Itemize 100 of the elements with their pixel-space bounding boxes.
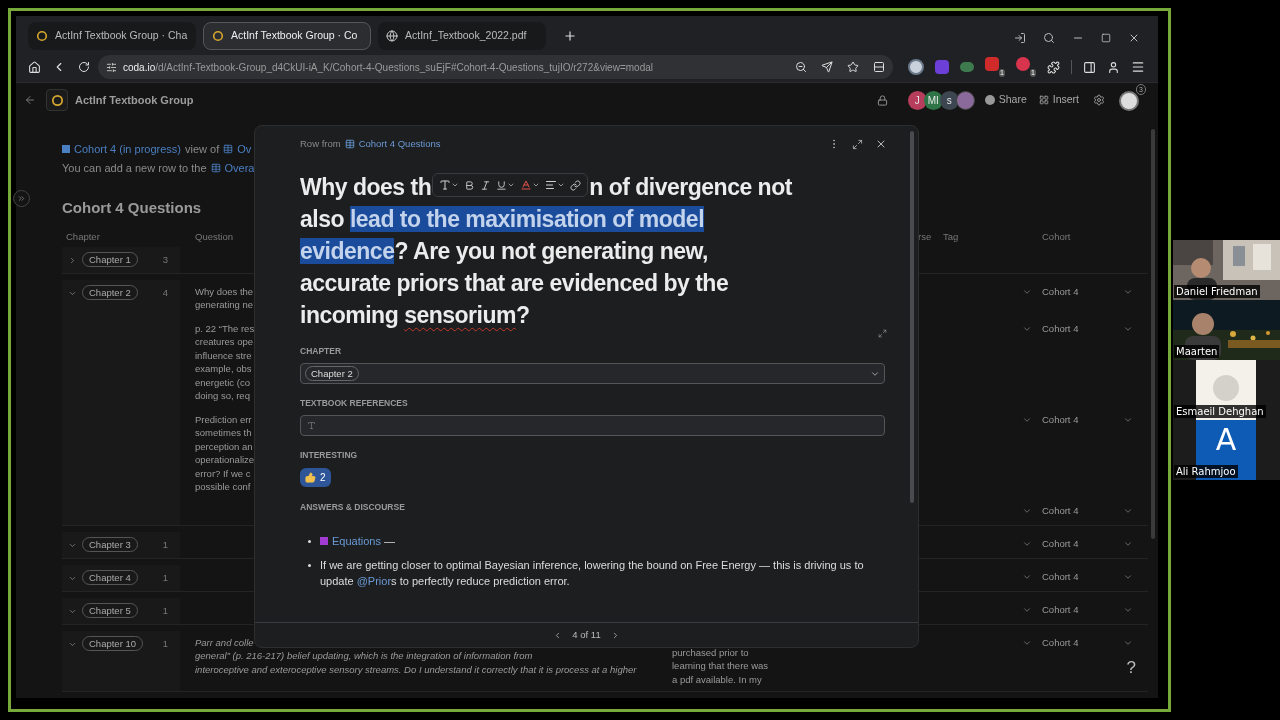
cell-text: a pdf available. In my — [672, 672, 762, 686]
cohort-value: Cohort 4 — [1042, 412, 1079, 426]
sidebar-toggle[interactable] — [13, 190, 30, 207]
question-text: Why does the — [195, 284, 254, 298]
question-text: generating ne — [195, 298, 254, 312]
question-text: Prediction err — [195, 412, 252, 426]
table-icon — [344, 139, 355, 150]
column-header: Chapter — [65, 230, 101, 245]
profile-icon[interactable] — [1107, 60, 1120, 74]
underline-button[interactable] — [496, 179, 516, 191]
close-icon[interactable] — [1128, 32, 1140, 44]
reaction-button[interactable]: 2 — [300, 467, 331, 487]
browser-tab[interactable]: ActInf Textbook Group · Cha — [28, 22, 196, 50]
site-settings-icon — [106, 61, 117, 73]
bullet-icon — [308, 540, 311, 544]
question-text: creatures ope — [195, 335, 254, 349]
row-source-label: Row from — [300, 137, 341, 151]
resize-icon[interactable] — [878, 329, 887, 339]
help-button[interactable]: ? — [1126, 654, 1136, 680]
lock-icon[interactable] — [876, 94, 888, 106]
column-header: Question — [195, 230, 235, 245]
new-tab-icon[interactable] — [563, 29, 577, 43]
italic-button[interactable] — [480, 179, 492, 191]
table-link[interactable]: Ov — [237, 141, 252, 158]
address-bar[interactable]: coda.io/d/ActInf-Textbook-Group_d4CkUI-iA_K/Cohort-4-Questions_suEjF#Cohort-4-Questions_tujIO/r272&view=modal — [98, 55, 893, 79]
group-count: 1 — [162, 603, 168, 618]
share-icon — [984, 95, 995, 105]
search-icon[interactable] — [1043, 32, 1055, 44]
table-link[interactable]: Cohort 4 Questions — [358, 137, 441, 152]
menu-icon[interactable] — [1131, 60, 1145, 74]
grid-icon — [1038, 95, 1049, 105]
home-icon[interactable] — [28, 60, 41, 74]
table-icon — [210, 162, 221, 173]
doc-title: ActInf Textbook Group — [75, 92, 194, 108]
cell-text: learning that there was — [672, 659, 769, 673]
expand-icon[interactable] — [852, 138, 863, 150]
coda-logo-icon — [36, 30, 48, 42]
view-link[interactable]: Cohort 4 (in progress) — [74, 141, 181, 158]
table-link[interactable]: Overa — [224, 159, 255, 176]
group-count: 1 — [162, 636, 168, 651]
browser-tab[interactable]: ActInf Textbook Group · Co — [203, 22, 371, 50]
member-avatar[interactable]: J — [907, 90, 927, 110]
view-icon — [62, 145, 70, 154]
group-count: 1 — [162, 570, 168, 585]
mention-link[interactable]: Equations — [332, 535, 381, 548]
answer-text: If we are getting closer to optimal Bayesian inference, lowering the bound on Free Energy — this is driving us to update @Priors to perfectly reduce prediction error. — [320, 558, 865, 590]
title-text: incoming — [300, 302, 400, 329]
extension-icon[interactable] — [908, 59, 924, 75]
question-text: p. 22 “The res — [195, 321, 255, 335]
question-text: influence stre — [195, 348, 252, 362]
back-arrow-icon[interactable] — [24, 94, 36, 106]
field-label: INTERESTING — [300, 448, 359, 462]
share-button[interactable]: Share — [984, 92, 1027, 108]
cohort-value: Cohort 4 — [1042, 635, 1079, 649]
member-avatar[interactable] — [955, 90, 975, 110]
align-button[interactable] — [545, 179, 566, 192]
field-label: CHAPTER — [300, 345, 343, 358]
send-icon[interactable] — [821, 61, 833, 73]
chapter-select[interactable]: Chapter 2 — [300, 363, 885, 384]
maximize-icon[interactable] — [1101, 33, 1111, 43]
settings-icon[interactable] — [1093, 94, 1105, 106]
pager-text: 4 of 11 — [572, 627, 601, 642]
question-text: example, obs — [195, 362, 252, 376]
browser-tab[interactable]: ActInf_Textbook_2022.pdf — [378, 22, 546, 50]
title-text: n of divergence not — [589, 174, 792, 201]
selected-title-text: lead to the maximisation of model — [349, 206, 705, 233]
references-field[interactable] — [300, 414, 885, 436]
table-icon — [223, 144, 234, 155]
question-text: interoceptive and exteroceptive sensory streams. Do I understand it correctly that it is process at a higher — [195, 662, 637, 676]
text-color-button[interactable] — [520, 179, 541, 192]
sign-in-icon[interactable] — [1014, 32, 1026, 44]
expand-caret-icon[interactable] — [68, 255, 77, 265]
question-text: sometimes th — [195, 426, 252, 440]
avatar-icon — [1213, 375, 1239, 401]
insert-button[interactable]: Insert — [1038, 92, 1079, 108]
table-heading: Cohort 4 Questions — [62, 198, 202, 218]
title-text: Why does th — [300, 174, 432, 201]
zoom-icon[interactable] — [795, 61, 807, 73]
cohort-value: Cohort 4 — [1042, 321, 1079, 335]
participant-name: Esmaeil Dehghan — [1174, 405, 1266, 418]
title-text: accurate priors that are evidenced by the — [300, 270, 729, 297]
double-chevron-icon — [17, 194, 26, 203]
link-button[interactable] — [570, 179, 582, 191]
bold-button[interactable] — [464, 179, 476, 191]
extensions-icon[interactable] — [1047, 60, 1060, 74]
title-text: ? Are you not generating new, — [394, 238, 708, 265]
question-text: error? If we c — [195, 466, 251, 480]
reload-icon[interactable] — [78, 61, 90, 73]
mention-link[interactable]: @Prior — [356, 575, 392, 588]
thumbs-up-icon — [305, 471, 316, 483]
side-panel-icon[interactable] — [1083, 60, 1096, 74]
doc-logo[interactable] — [46, 89, 68, 111]
text-style-button[interactable] — [439, 179, 460, 192]
cohort-value: Cohort 4 — [1042, 503, 1079, 517]
cell-text: purchased prior to — [672, 645, 749, 659]
cohort-value: Cohort 4 — [1042, 569, 1079, 583]
tab-groups-icon[interactable] — [873, 61, 885, 73]
member-avatar[interactable]: s — [939, 90, 959, 110]
bookmark-star-icon[interactable] — [847, 61, 859, 73]
group-count: 1 — [162, 537, 168, 552]
